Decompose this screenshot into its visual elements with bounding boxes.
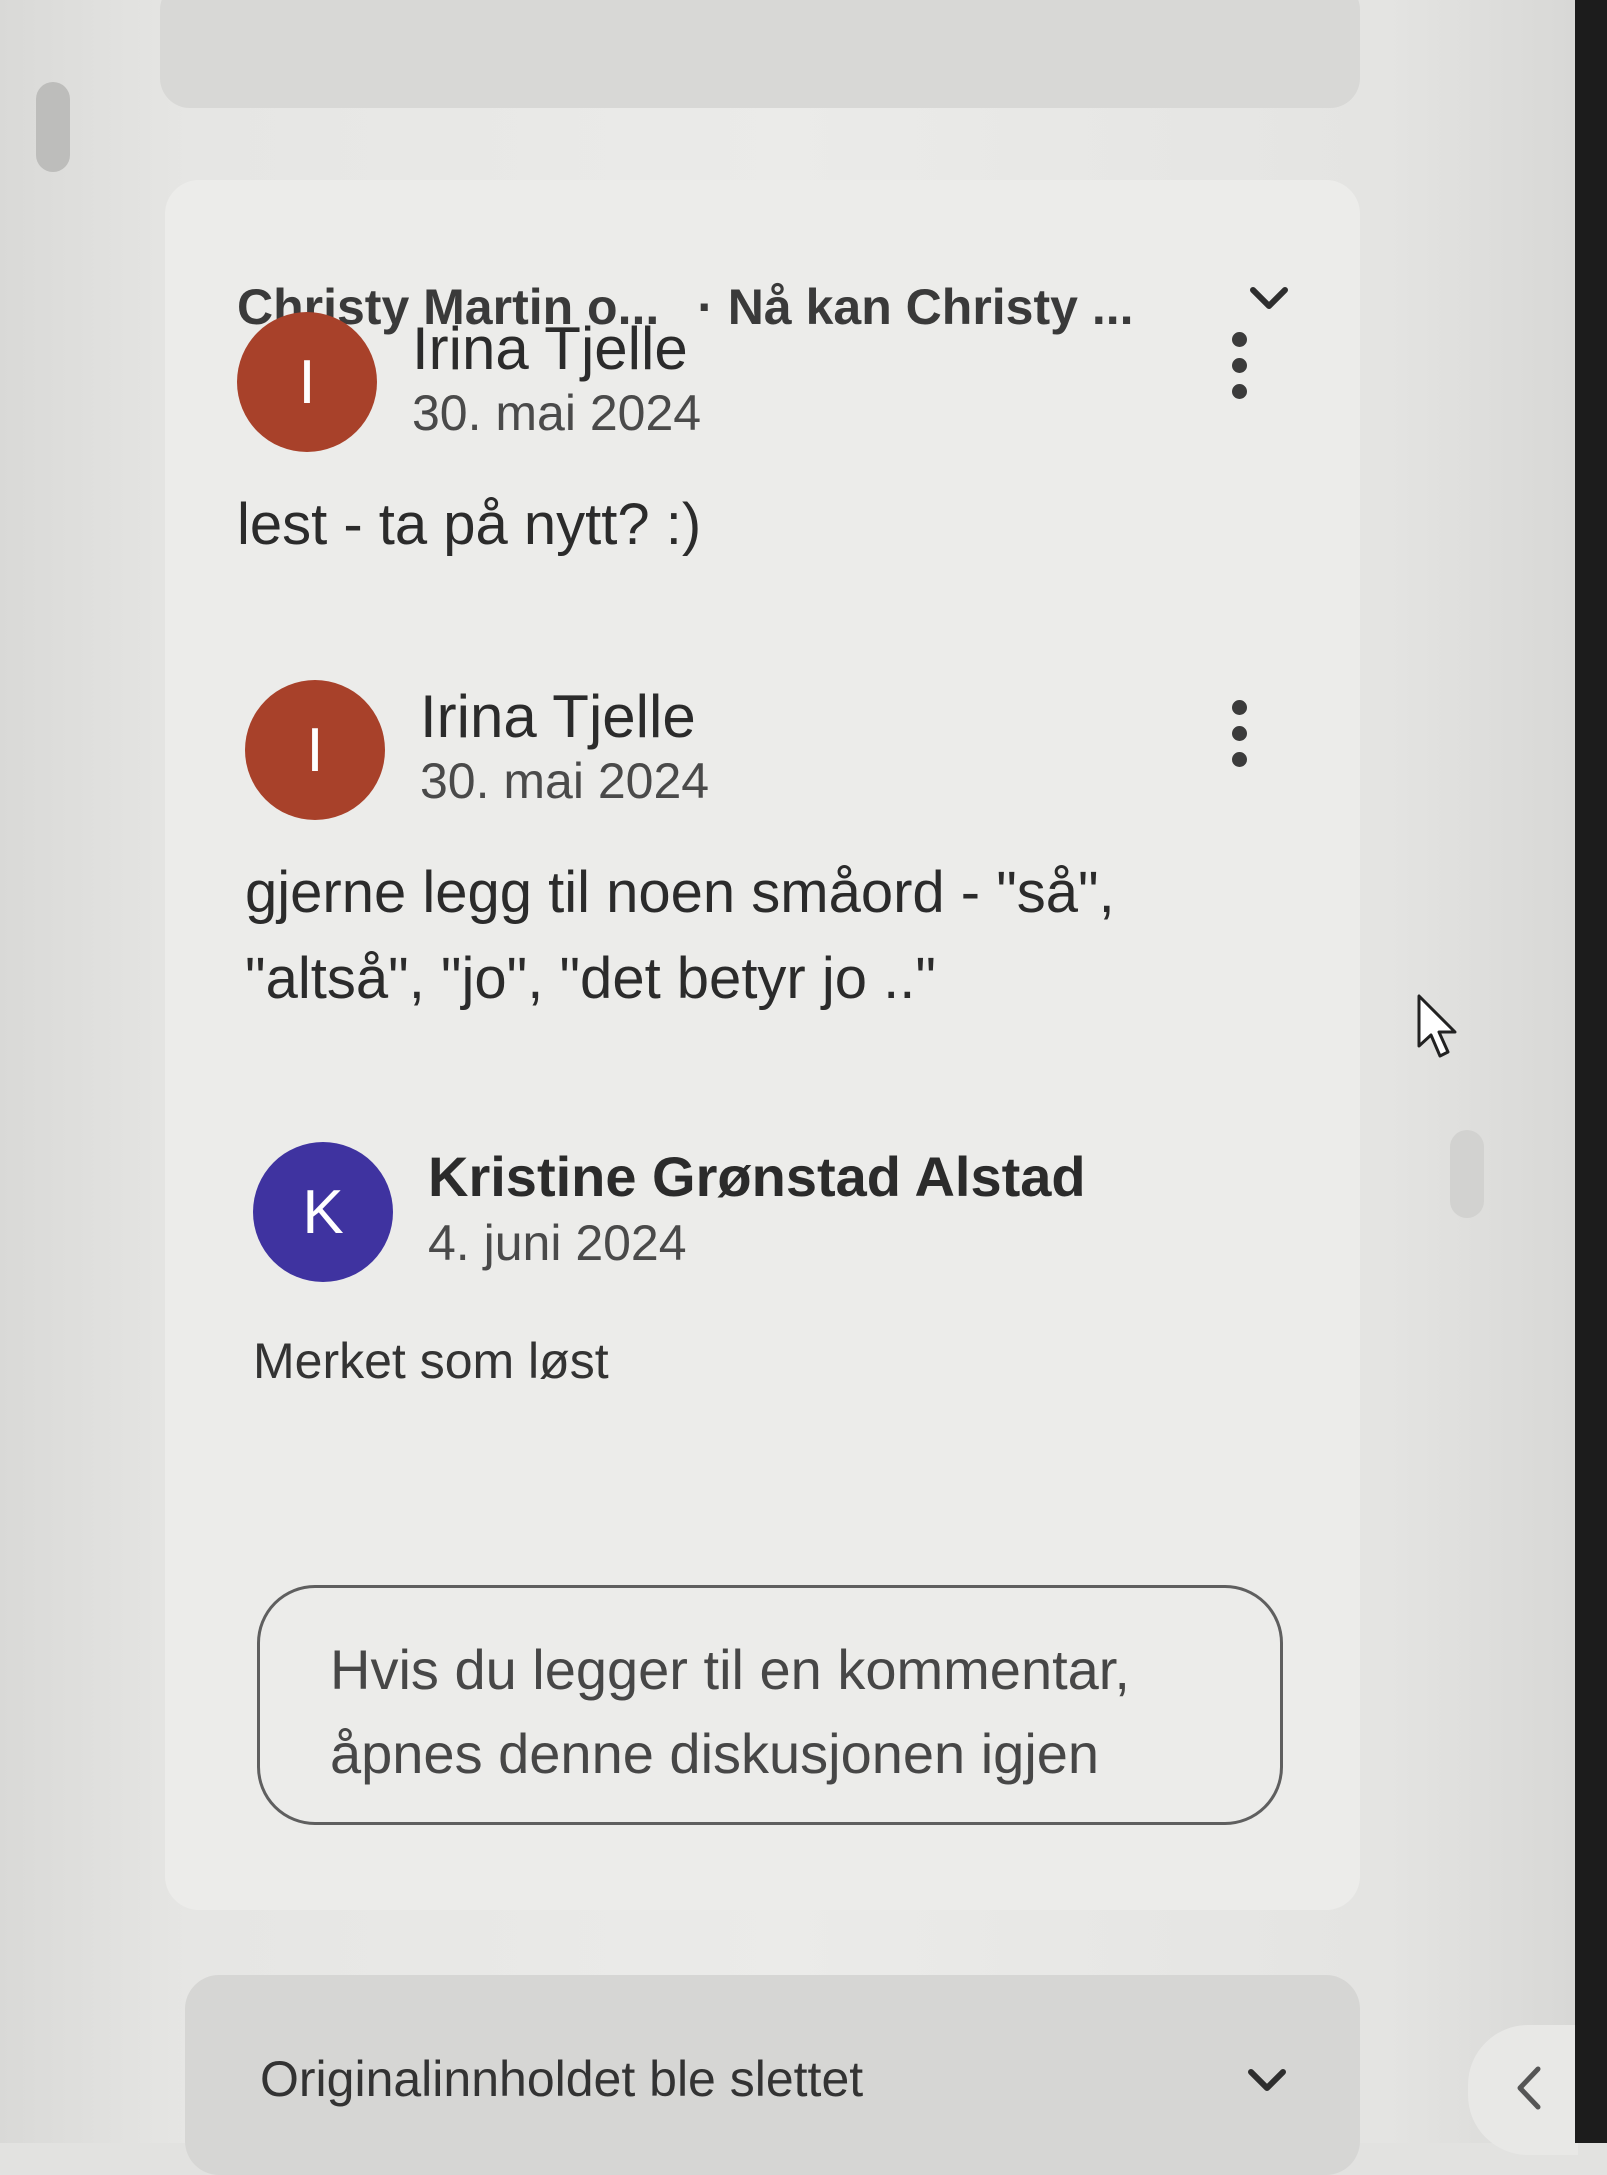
comment-date: 4. juni 2024 <box>428 1215 687 1271</box>
reply-placeholder-line: Hvis du legger til en kommentar, <box>330 1638 1130 1701</box>
screen-bezel <box>1575 0 1607 2143</box>
more-vert-icon[interactable] <box>1219 332 1259 412</box>
next-comment-card[interactable]: Originalinnholdet ble slettet <box>185 1975 1360 2175</box>
next-thread-title: Originalinnholdet ble slettet <box>260 2051 864 2107</box>
more-vert-icon[interactable] <box>1219 700 1259 780</box>
mouse-cursor-icon <box>1415 992 1465 1062</box>
left-scrollbar-thumb[interactable] <box>36 82 70 172</box>
comment-text-line: "altså", "jo", "det betyr jo .." <box>245 946 936 1011</box>
right-scrollbar-thumb[interactable] <box>1450 1130 1484 1218</box>
avatar[interactable]: I <box>245 680 385 820</box>
previous-comment-card[interactable] <box>160 0 1360 108</box>
chevron-left-icon <box>1517 2066 1541 2110</box>
comment-text-line: gjerne legg til noen småord - "så", <box>245 860 1115 925</box>
comment-text-line: lest - ta på nytt? :) <box>237 492 702 557</box>
avatar[interactable]: I <box>237 312 377 452</box>
comment-text: gjerne legg til noen småord - "så", "alt… <box>245 850 1245 1022</box>
comments-panel: Christy Martin o... · Nå kan Christy ... … <box>0 0 1578 2175</box>
comment-item: K Kristine Grønstad Alstad 4. juni 2024 … <box>253 1142 1293 1402</box>
comment-author: Kristine Grønstad Alstad <box>428 1145 1086 1208</box>
comment-item: I Irina Tjelle 30. mai 2024 gjerne legg … <box>245 680 1285 1011</box>
comment-author: Irina Tjelle <box>412 315 688 382</box>
comment-date: 30. mai 2024 <box>412 385 702 441</box>
comment-thread-card[interactable]: Christy Martin o... · Nå kan Christy ... … <box>165 180 1360 1910</box>
avatar[interactable]: K <box>253 1142 393 1282</box>
chevron-down-icon[interactable] <box>1245 2058 1289 2102</box>
side-panel-toggle[interactable] <box>1468 2025 1578 2155</box>
comment-text: lest - ta på nytt? :) <box>237 482 1237 568</box>
reply-input[interactable]: Hvis du legger til en kommentar, åpnes d… <box>257 1585 1283 1825</box>
resolved-status: Merket som løst <box>253 1333 609 1389</box>
comment-author: Irina Tjelle <box>420 683 696 750</box>
comment-item: I Irina Tjelle 30. mai 2024 lest - ta på… <box>237 312 1277 572</box>
comment-date: 30. mai 2024 <box>420 753 710 809</box>
reply-placeholder-line: åpnes denne diskusjonen igjen <box>330 1722 1100 1785</box>
